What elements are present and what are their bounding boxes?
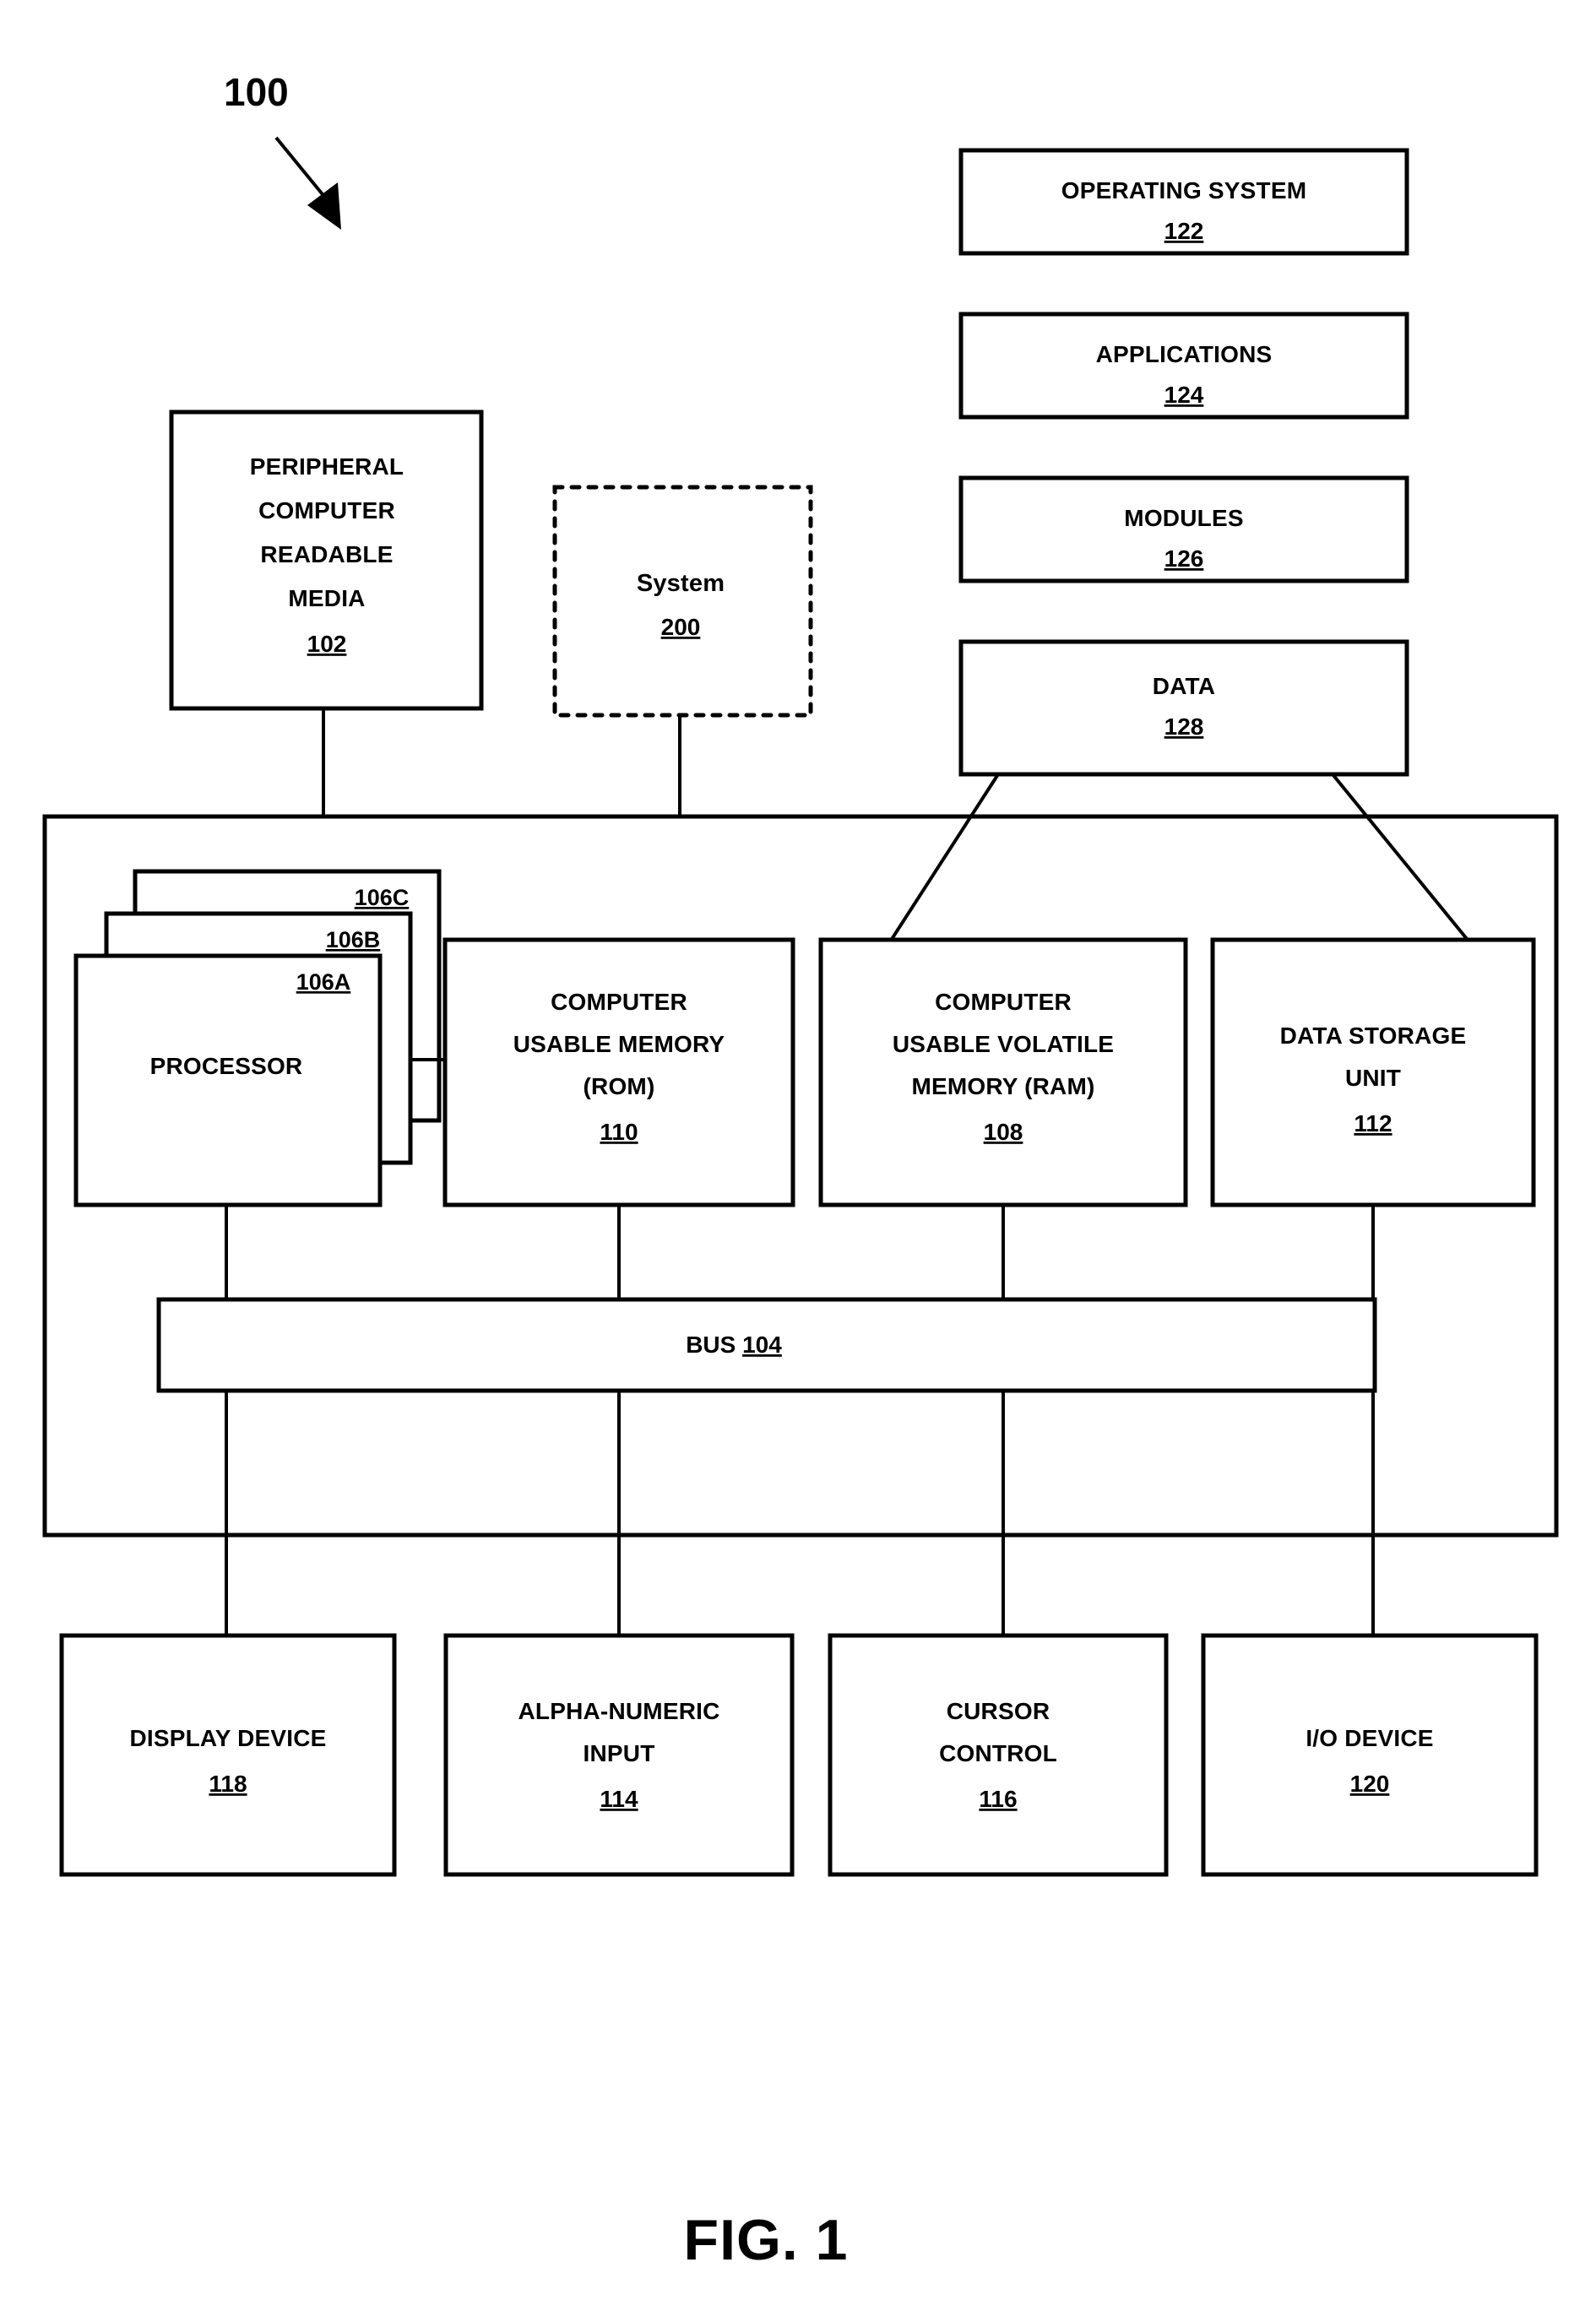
display-device-line1: DISPLAY DEVICE — [129, 1725, 326, 1751]
modules-box[interactable]: MODULES 126 — [958, 475, 1409, 583]
modules-ref: 126 — [1164, 545, 1204, 572]
data-ref: 128 — [1164, 713, 1204, 740]
processor-106a-ref: 106A — [296, 969, 351, 995]
bus-label: BUS — [686, 1332, 736, 1358]
system-label: System — [637, 570, 725, 597]
ram-line3: MEMORY (RAM) — [911, 1073, 1094, 1099]
alphanumeric-input-box[interactable]: ALPHA-NUMERIC INPUT 114 — [443, 1633, 795, 1877]
figure-caption: FIG. 1 — [684, 2208, 849, 2272]
rom-memory-box[interactable]: COMPUTER USABLE MEMORY (ROM) 110 — [442, 937, 795, 1207]
alphanumeric-line1: ALPHA-NUMERIC — [518, 1698, 719, 1724]
data-label: DATA — [1153, 673, 1215, 699]
io-device-ref: 120 — [1350, 1771, 1390, 1797]
bus-bar[interactable]: BUS 104 — [156, 1297, 1377, 1393]
io-device-line1: I/O DEVICE — [1306, 1725, 1433, 1751]
operating-system-label: OPERATING SYSTEM — [1061, 177, 1307, 203]
bus-ref: 104 — [742, 1332, 782, 1358]
applications-label: APPLICATIONS — [1096, 341, 1273, 367]
ram-line1: COMPUTER — [935, 989, 1072, 1015]
processor-106c-ref: 106C — [355, 885, 410, 910]
peripheral-media-line3: READABLE — [260, 541, 393, 567]
processor-106a-box[interactable]: 106A PROCESSOR — [73, 953, 383, 1207]
cursor-control-line1: CURSOR — [947, 1698, 1050, 1724]
processor-label: PROCESSOR — [150, 1053, 303, 1079]
bus-text-group: BUS 104 — [686, 1332, 782, 1358]
peripheral-media-line4: MEDIA — [288, 585, 365, 611]
cursor-control-box[interactable]: CURSOR CONTROL 116 — [828, 1633, 1169, 1877]
ram-memory-box[interactable]: COMPUTER USABLE VOLATILE MEMORY (RAM) 10… — [818, 937, 1188, 1207]
io-device-box[interactable]: I/O DEVICE 120 — [1201, 1633, 1539, 1877]
peripheral-media-box[interactable]: PERIPHERAL COMPUTER READABLE MEDIA 102 — [169, 410, 484, 711]
patent-figure: 100 OPERATING SYSTEM 122 APPLICATIONS 12… — [0, 0, 1596, 2311]
rom-ref: 110 — [600, 1119, 638, 1145]
storage-line2: UNIT — [1345, 1065, 1401, 1091]
data-storage-box[interactable]: DATA STORAGE UNIT 112 — [1210, 937, 1536, 1207]
alphanumeric-line2: INPUT — [584, 1740, 655, 1766]
ram-ref: 108 — [984, 1119, 1023, 1145]
figure-tag-arrow — [274, 136, 341, 230]
rom-line3: (ROM) — [584, 1073, 655, 1099]
figure-tag-100: 100 — [224, 70, 289, 114]
rom-line2: USABLE MEMORY — [513, 1031, 725, 1057]
storage-line1: DATA STORAGE — [1280, 1023, 1467, 1049]
applications-ref: 124 — [1164, 382, 1204, 408]
modules-label: MODULES — [1124, 505, 1243, 531]
rom-line1: COMPUTER — [551, 989, 687, 1015]
data-box[interactable]: DATA 128 — [958, 639, 1409, 777]
system-ref: 200 — [661, 614, 701, 640]
alphanumeric-ref: 114 — [600, 1786, 638, 1812]
applications-box[interactable]: APPLICATIONS 124 — [958, 312, 1409, 420]
processor-106b-ref: 106B — [326, 927, 381, 952]
peripheral-media-line1: PERIPHERAL — [250, 453, 404, 480]
ram-line2: USABLE VOLATILE — [893, 1031, 1114, 1057]
system-box[interactable]: System 200 — [552, 485, 813, 718]
operating-system-box[interactable]: OPERATING SYSTEM 122 — [958, 148, 1409, 256]
peripheral-media-ref: 102 — [307, 631, 347, 657]
peripheral-media-line2: COMPUTER — [258, 497, 395, 524]
operating-system-ref: 122 — [1164, 218, 1204, 244]
display-device-box[interactable]: DISPLAY DEVICE 118 — [59, 1633, 397, 1877]
cursor-control-line2: CONTROL — [939, 1740, 1057, 1766]
display-device-ref: 118 — [209, 1771, 247, 1797]
block-diagram-canvas: 100 OPERATING SYSTEM 122 APPLICATIONS 12… — [42, 70, 1559, 2272]
storage-ref: 112 — [1354, 1110, 1392, 1137]
cursor-control-ref: 116 — [979, 1786, 1017, 1812]
